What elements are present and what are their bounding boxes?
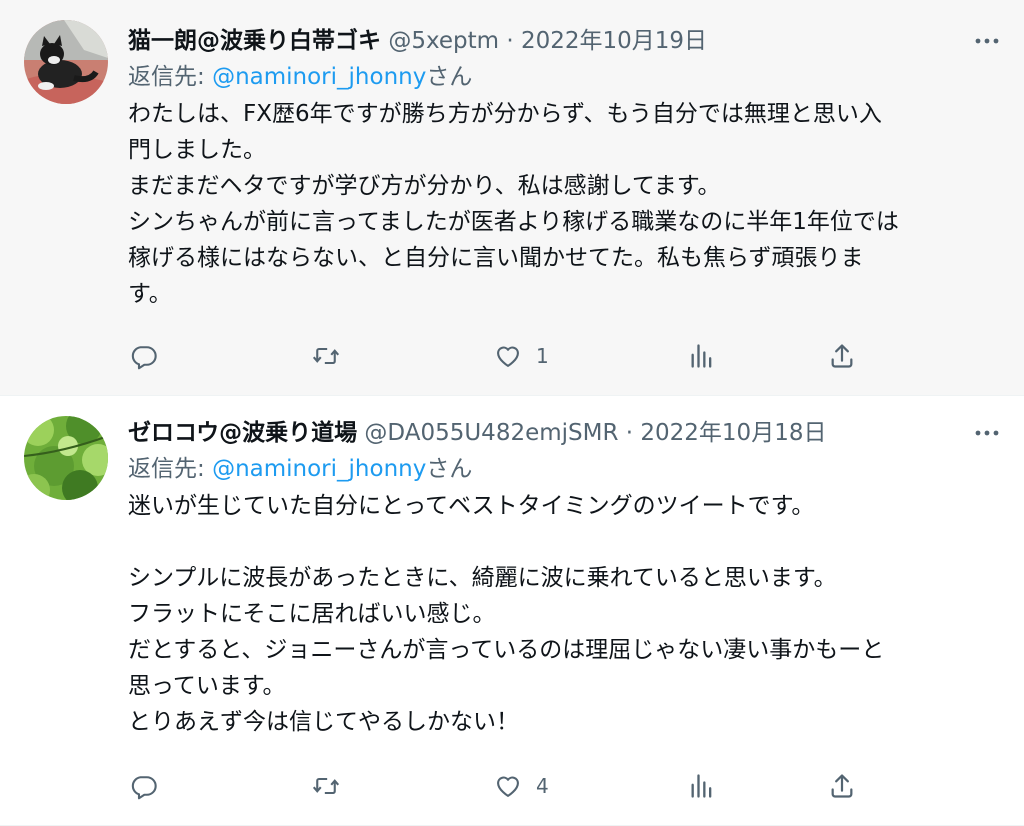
- like-button[interactable]: 4: [494, 768, 549, 804]
- share-icon: [831, 344, 853, 368]
- reply-prefix: 返信先:: [128, 456, 205, 482]
- action-bar: 1: [128, 338, 868, 374]
- reply-button[interactable]: [130, 768, 158, 804]
- reply-suffix: さん: [426, 456, 473, 482]
- tweet-date[interactable]: 2022年10月19日: [521, 28, 707, 54]
- tweet-text: わたしは、FX歴6年ですが勝ち方が分からず、もう自分では無理と思い入 門しました…: [128, 101, 899, 307]
- display-name[interactable]: ゼロコウ@波乗り道場: [128, 420, 357, 446]
- retweet-button[interactable]: [312, 768, 340, 804]
- tweet-text: 迷いが生じていた自分にとってベストタイミングのツイートです。 シンプルに波長があ…: [128, 493, 885, 735]
- more-icon: [975, 430, 999, 436]
- more-button[interactable]: [970, 422, 1004, 444]
- views-button[interactable]: [688, 338, 716, 374]
- like-count: 1: [536, 344, 549, 368]
- tweet-header: 猫一朗@波乗り白帯ゴキ @5xeptm · 2022年10月19日: [128, 24, 1004, 58]
- reply-icon: [131, 776, 157, 800]
- reply-context: 返信先: @naminori_jhonnyさん: [128, 58, 1004, 96]
- like-button[interactable]: 1: [494, 338, 549, 374]
- tweet-date[interactable]: 2022年10月18日: [640, 420, 826, 446]
- leaves-avatar-icon: [24, 416, 108, 500]
- like-count: 4: [536, 774, 549, 798]
- action-bar: 4: [128, 768, 868, 804]
- share-icon: [831, 774, 853, 798]
- tweet[interactable]: ゼロコウ@波乗り道場 @DA055U482emjSMR · 2022年10月18…: [0, 396, 1024, 826]
- tweet-header: ゼロコウ@波乗り道場 @DA055U482emjSMR · 2022年10月18…: [128, 416, 1004, 450]
- reply-suffix: さん: [426, 64, 473, 90]
- views-button[interactable]: [688, 768, 716, 804]
- reply-prefix: 返信先:: [128, 64, 205, 90]
- more-button[interactable]: [970, 30, 1004, 52]
- retweet-button[interactable]: [312, 338, 340, 374]
- reply-mention-link[interactable]: @naminori_jhonny: [212, 64, 426, 90]
- display-name[interactable]: 猫一朗@波乗り白帯ゴキ: [128, 28, 381, 54]
- heart-icon: [497, 776, 519, 797]
- views-icon: [691, 774, 712, 798]
- retweet-icon: [312, 777, 340, 795]
- separator: ·: [625, 420, 634, 446]
- more-icon: [975, 38, 999, 44]
- avatar[interactable]: [24, 20, 108, 104]
- reply-button[interactable]: [130, 338, 158, 374]
- avatar[interactable]: [24, 416, 108, 500]
- separator: ·: [506, 28, 514, 54]
- reply-icon: [131, 346, 157, 370]
- tweet[interactable]: 猫一朗@波乗り白帯ゴキ @5xeptm · 2022年10月19日 返信先: @…: [0, 0, 1024, 396]
- heart-icon: [497, 346, 519, 367]
- reply-context: 返信先: @naminori_jhonnyさん: [128, 450, 1004, 488]
- user-handle[interactable]: @DA055U482emjSMR: [364, 420, 618, 446]
- views-icon: [691, 344, 712, 368]
- cat-avatar-icon: [24, 20, 108, 104]
- share-button[interactable]: [828, 768, 856, 804]
- reply-mention-link[interactable]: @naminori_jhonny: [212, 456, 426, 482]
- user-handle[interactable]: @5xeptm: [388, 28, 499, 54]
- share-button[interactable]: [828, 338, 856, 374]
- retweet-icon: [312, 347, 340, 365]
